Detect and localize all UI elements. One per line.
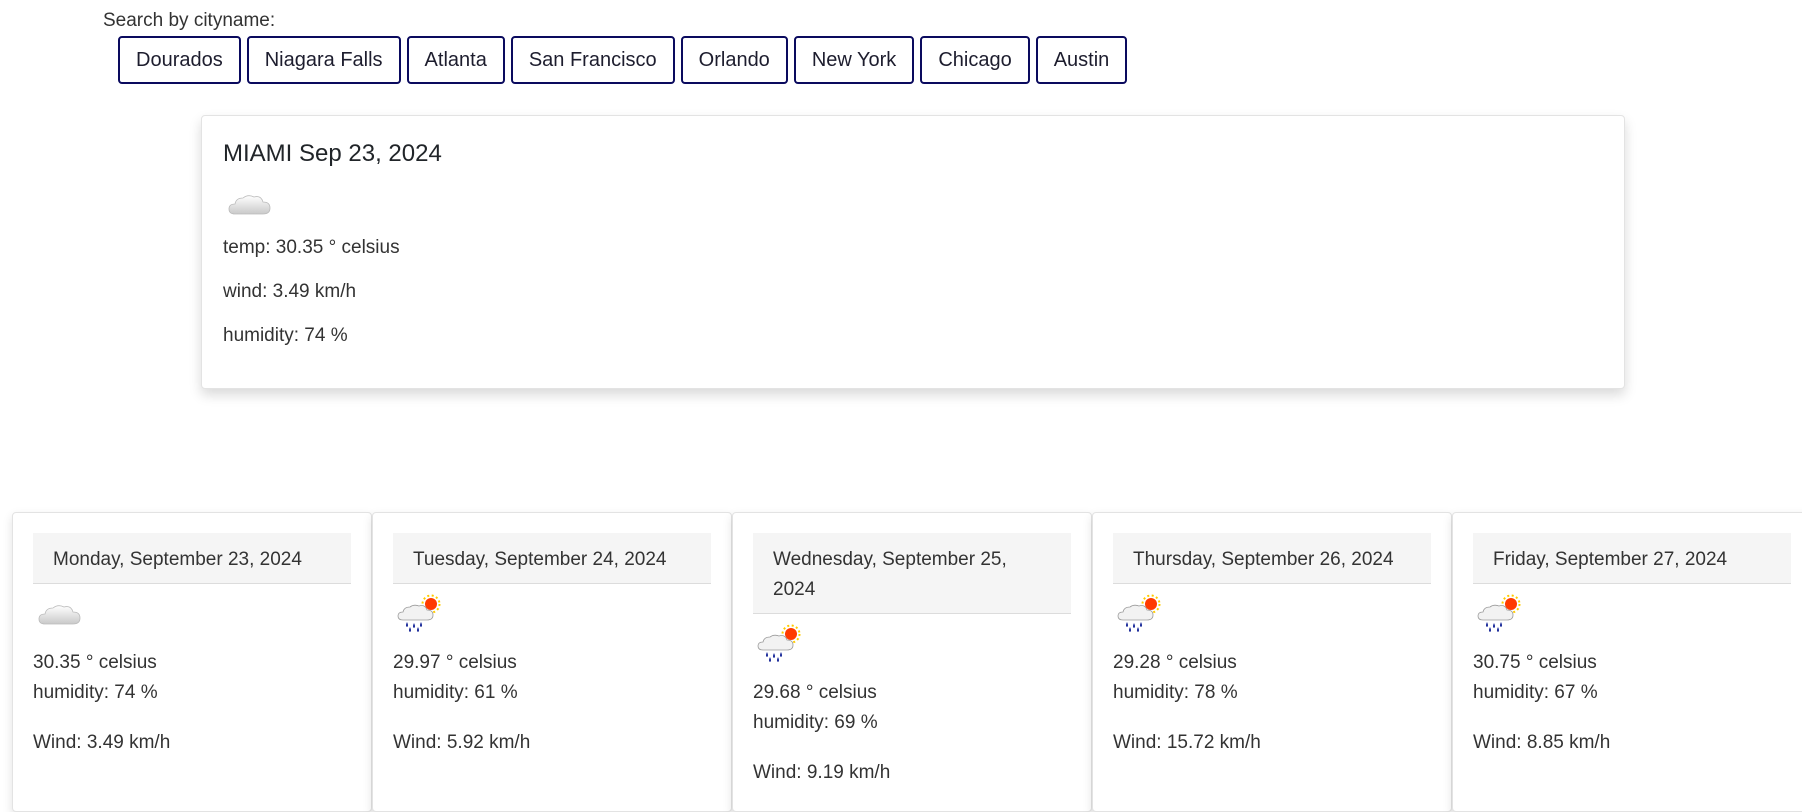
forecast-card: Thursday, September 26, 2024 29.28 ° cel… xyxy=(1092,512,1452,812)
forecast-row: Monday, September 23, 2024 30.35 ° celsi… xyxy=(12,512,1802,812)
forecast-humidity: humidity: 67 % xyxy=(1473,682,1598,703)
forecast-date: Friday, September 27, 2024 xyxy=(1473,533,1791,584)
city-button-new-york[interactable]: New York xyxy=(793,36,915,84)
forecast-humidity: humidity: 78 % xyxy=(1113,682,1238,703)
city-button-group: Dourados Niagara Falls Atlanta San Franc… xyxy=(118,36,1128,84)
rain-sun-icon xyxy=(393,594,453,634)
forecast-humidity: humidity: 69 % xyxy=(753,712,878,733)
forecast-date: Thursday, September 26, 2024 xyxy=(1113,533,1431,584)
city-button-chicago[interactable]: Chicago xyxy=(920,36,1030,84)
city-button-dourados[interactable]: Dourados xyxy=(118,36,241,84)
forecast-card: Wednesday, September 25, 2024 29.68 ° ce… xyxy=(732,512,1092,812)
forecast-date: Monday, September 23, 2024 xyxy=(33,533,351,584)
forecast-wind: Wind: 8.85 km/h xyxy=(1473,732,1611,753)
current-weather-title: MIAMI Sep 23, 2024 xyxy=(223,140,442,167)
forecast-humidity: humidity: 74 % xyxy=(33,682,158,703)
forecast-wind: Wind: 15.72 km/h xyxy=(1113,732,1261,753)
forecast-temp: 30.75 ° celsius xyxy=(1473,652,1597,673)
forecast-wind: Wind: 9.19 km/h xyxy=(753,762,891,783)
search-label: Search by cityname: xyxy=(103,10,276,31)
forecast-humidity: humidity: 61 % xyxy=(393,682,518,703)
city-button-san-francisco[interactable]: San Francisco xyxy=(510,36,675,84)
forecast-card: Monday, September 23, 2024 30.35 ° celsi… xyxy=(12,512,372,812)
forecast-temp: 29.68 ° celsius xyxy=(753,682,877,703)
current-weather-card: MIAMI Sep 23, 2024 temp: 30.35 ° celsius… xyxy=(201,115,1625,389)
forecast-wind: Wind: 3.49 km/h xyxy=(33,732,171,753)
current-wind: wind: 3.49 km/h xyxy=(223,281,357,302)
current-humidity: humidity: 74 % xyxy=(223,325,348,346)
city-button-austin[interactable]: Austin xyxy=(1035,36,1128,84)
rain-sun-icon xyxy=(1113,594,1173,634)
city-button-atlanta[interactable]: Atlanta xyxy=(406,36,505,84)
cloud-icon xyxy=(223,184,283,224)
forecast-wind: Wind: 5.92 km/h xyxy=(393,732,531,753)
rain-sun-icon xyxy=(1473,594,1533,634)
forecast-card: Tuesday, September 24, 2024 29.97 ° cels… xyxy=(372,512,732,812)
cloud-icon xyxy=(33,594,93,634)
forecast-temp: 29.28 ° celsius xyxy=(1113,652,1237,673)
forecast-date: Wednesday, September 25, 2024 xyxy=(753,533,1071,614)
forecast-temp: 30.35 ° celsius xyxy=(33,652,157,673)
forecast-temp: 29.97 ° celsius xyxy=(393,652,517,673)
forecast-card: Friday, September 27, 2024 30.75 ° celsi… xyxy=(1452,512,1802,812)
current-temp: temp: 30.35 ° celsius xyxy=(223,237,400,258)
city-button-orlando[interactable]: Orlando xyxy=(680,36,788,84)
forecast-date: Tuesday, September 24, 2024 xyxy=(393,533,711,584)
city-button-niagara-falls[interactable]: Niagara Falls xyxy=(246,36,401,84)
rain-sun-icon xyxy=(753,624,813,664)
